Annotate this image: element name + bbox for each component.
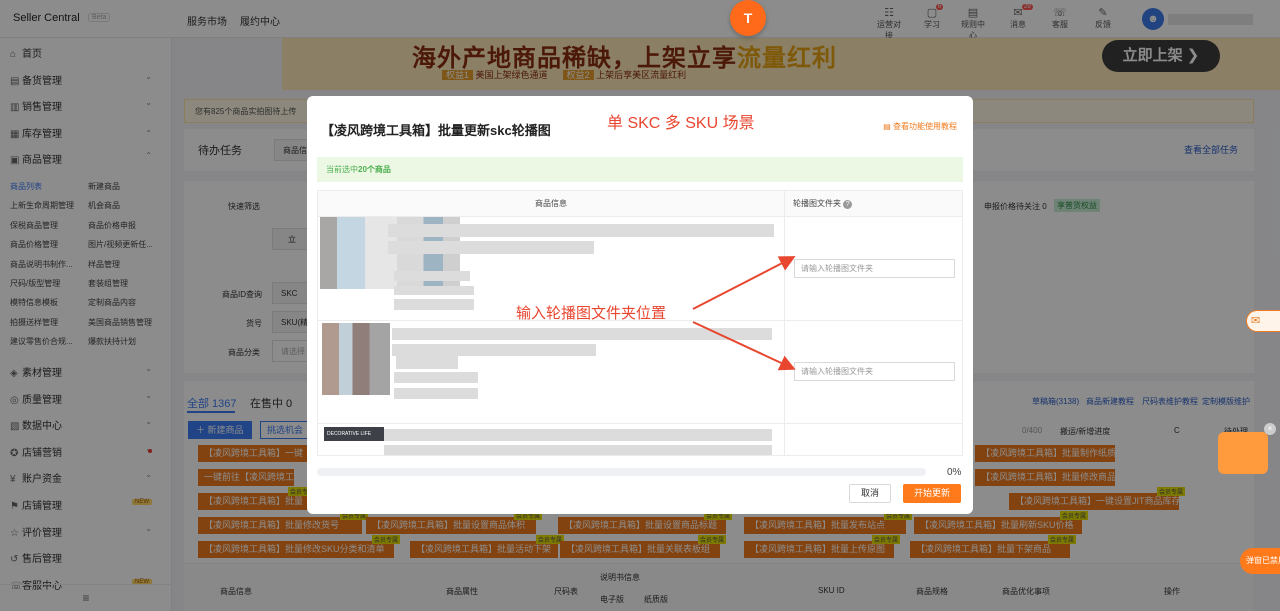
arrow-to-second-input [692,321,796,371]
arrow-to-first-input [692,256,796,310]
toolbox-float-icon[interactable]: T [730,0,766,36]
annotation-arrows [692,256,796,371]
